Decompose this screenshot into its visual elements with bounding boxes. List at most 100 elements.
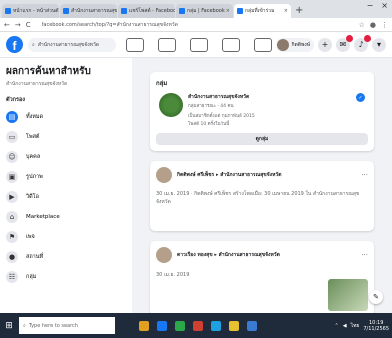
notification-badge <box>364 34 371 42</box>
new-message-icon[interactable]: ✎ <box>369 290 383 304</box>
language-indicator[interactable]: ไทย <box>351 322 360 330</box>
all-results-icon: ▤ <box>6 111 18 123</box>
notifications-icon[interactable]: ♪ <box>354 34 371 52</box>
search-icon: ⌕ <box>32 41 35 48</box>
url-field[interactable]: facebook.com/search/top/?q=สำนักงานสาธาร… <box>42 21 353 29</box>
filter-groups[interactable]: ☷ กลุ่ม <box>0 267 132 287</box>
facebook-favicon-icon <box>63 8 69 14</box>
search-results-feed: กลุ่ม สำนักงานสาธารณสุขจังหวัด กลุ่มสาธา… <box>150 72 374 325</box>
browser-tab-strip: หน้าแรก - หน้าส่วนตัว× สำนักงานสาธารณสุข… <box>0 0 392 18</box>
group-activity: โพสต์ 10 ครั้งในวันนี้ <box>188 122 230 127</box>
browser-tab[interactable]: สำนักงานสาธารณสุข× <box>60 4 117 18</box>
header-actions: กิตติพงษ์ + ✉ ♪ ▾ <box>276 34 386 52</box>
group-meta: กลุ่มสาธารณะ · 44 คน <box>188 104 234 109</box>
post-result-card: กิตติพงษ์ ศรีเพ็ชร ▸ สำนักงานสาธารณสุขจั… <box>150 161 374 231</box>
taskbar-app-icon[interactable] <box>229 320 239 331</box>
browser-tab-active[interactable]: กลุ่มที่เข้าร่วม × <box>234 4 291 18</box>
browser-tab[interactable]: กลุ่ม | Facebook × <box>176 4 233 18</box>
search-query-label: สำนักงานสาธารณสุขจังหวัด <box>6 81 68 87</box>
taskbar-search-input[interactable]: ⌕ Type here to search <box>19 317 115 334</box>
marketplace-icon: ⌂ <box>6 211 18 223</box>
filter-marketplace[interactable]: ⌂ Marketplace <box>0 207 132 227</box>
groups-nav-icon[interactable] <box>222 37 240 52</box>
filter-posts[interactable]: ▭ โพสต์ <box>0 127 132 147</box>
bookmark-star-icon[interactable]: ☆ <box>359 21 365 29</box>
posts-icon: ▭ <box>6 131 18 143</box>
post-author[interactable]: กิตติพงษ์ ศรีเพ็ชร ▸ สำนักงานสาธารณสุขจั… <box>177 171 281 179</box>
address-bar: ← → C facebook.com/search/top/?q=สำนักงา… <box>0 18 392 32</box>
minimize-button[interactable]: − <box>367 1 374 10</box>
post-photo[interactable] <box>328 279 368 311</box>
home-nav-icon[interactable] <box>126 37 144 52</box>
window-controls: − × <box>367 1 388 10</box>
network-icon[interactable]: ⌃ <box>335 323 339 329</box>
pages-flag-icon: ⚑ <box>6 231 18 243</box>
facebook-favicon-icon <box>237 8 243 14</box>
close-tab-icon[interactable]: × <box>226 8 230 14</box>
taskbar-app-icon[interactable] <box>211 320 221 331</box>
facebook-main-nav <box>126 37 272 52</box>
card-heading: กลุ่ม <box>156 80 168 87</box>
forward-icon[interactable]: → <box>15 21 21 29</box>
marketplace-nav-icon[interactable] <box>190 37 208 52</box>
clock[interactable]: 10:19 7/11/2565 <box>363 320 389 332</box>
search-filters-sidebar: ผลการค้นหาสำหรับ สำนักงานสาธารณสุขจังหวั… <box>0 58 132 313</box>
messenger-icon[interactable]: ✉ <box>336 34 353 52</box>
avatar[interactable] <box>156 247 172 263</box>
taskbar-app-icon[interactable] <box>157 320 167 331</box>
post-result-card: ดาวเรือง ทองสุข ▸ สำนักงานสาธารณสุขจังหว… <box>150 241 374 315</box>
browser-tab[interactable]: หน้าแรก - หน้าส่วนตัว× <box>2 4 59 18</box>
group-avatar[interactable] <box>159 93 183 117</box>
taskbar-app-icon[interactable] <box>139 320 149 331</box>
facebook-favicon-icon <box>121 8 127 14</box>
filter-photos[interactable]: ▣ รูปภาพ <box>0 167 132 187</box>
gaming-nav-icon[interactable] <box>254 37 272 52</box>
taskbar-apps <box>139 320 257 331</box>
group-member-since: เป็นสมาชิกตั้งแต่ กุมภาพันธ์ 2015 <box>188 114 255 119</box>
post-date[interactable]: 30 เม.ย. 2019 <box>156 271 368 279</box>
new-tab-button[interactable]: + <box>295 4 303 18</box>
account-menu-icon[interactable]: ▾ <box>372 37 386 52</box>
facebook-favicon-icon <box>179 8 185 14</box>
filter-places[interactable]: ● สถานที่ <box>0 247 132 267</box>
more-options-icon[interactable]: ··· <box>361 251 368 259</box>
group-chat-icon[interactable]: ✓ <box>356 93 365 102</box>
group-name[interactable]: สำนักงานสาธารณสุขจังหวัด <box>188 93 255 101</box>
people-icon: ☺ <box>6 151 18 163</box>
avatar[interactable] <box>156 167 172 183</box>
create-button[interactable]: + <box>318 37 332 52</box>
facebook-search-input[interactable]: ⌕ สำนักงานสาธารณสุขจังหวัด <box>28 37 116 52</box>
filter-videos[interactable]: ▶ วิดีโอ <box>0 187 132 207</box>
reload-icon[interactable]: C <box>26 21 31 29</box>
more-options-icon[interactable]: ··· <box>361 171 368 179</box>
facebook-header: f ⌕ สำนักงานสาธารณสุขจังหวัด กิตติพงษ์ +… <box>0 32 392 58</box>
post-author[interactable]: ดาวเรือง ทองสุข ▸ สำนักงานสาธารณสุขจังหว… <box>177 251 280 259</box>
volume-icon[interactable]: ◀ <box>343 323 347 329</box>
notification-badge <box>346 34 353 42</box>
video-icon: ▶ <box>6 191 18 203</box>
group-info: สำนักงานสาธารณสุขจังหวัด กลุ่มสาธารณะ · … <box>188 93 255 127</box>
filter-people[interactable]: ☺ บุคคล <box>0 147 132 167</box>
watch-nav-icon[interactable] <box>158 37 176 52</box>
profile-icon[interactable]: ● <box>370 21 376 29</box>
close-tab-icon[interactable]: × <box>284 8 288 14</box>
taskbar-app-icon[interactable] <box>247 320 257 331</box>
close-window-button[interactable]: × <box>381 1 388 10</box>
menu-icon[interactable]: ⋮ <box>381 21 388 29</box>
photos-icon: ▣ <box>6 171 18 183</box>
page-title: ผลการค้นหาสำหรับ <box>6 66 91 77</box>
taskbar-app-icon[interactable] <box>175 320 185 331</box>
windows-taskbar: ⊞ ⌕ Type here to search ⌃ ◀ ไทย 10:19 7/… <box>0 313 392 338</box>
profile-button[interactable]: กิตติพงษ์ <box>276 37 314 52</box>
back-icon[interactable]: ← <box>4 21 10 29</box>
post-header: ดาวเรือง ทองสุข ▸ สำนักงานสาธารณสุขจังหว… <box>156 247 368 263</box>
taskbar-app-icon[interactable] <box>193 320 203 331</box>
facebook-logo-icon[interactable]: f <box>6 36 23 53</box>
browser-tab[interactable]: แชร์โพสต์ - Facebook× <box>118 4 175 18</box>
filter-pages[interactable]: ⚑ เพจ <box>0 227 132 247</box>
filter-all[interactable]: ▤ ทั้งหมด <box>0 107 132 127</box>
group-result-row[interactable]: สำนักงานสาธารณสุขจังหวัด กลุ่มสาธารณะ · … <box>156 91 368 129</box>
view-group-button[interactable]: ดูกลุ่ม <box>156 133 368 145</box>
facebook-favicon-icon <box>5 8 11 14</box>
windows-start-icon[interactable]: ⊞ <box>3 320 15 332</box>
